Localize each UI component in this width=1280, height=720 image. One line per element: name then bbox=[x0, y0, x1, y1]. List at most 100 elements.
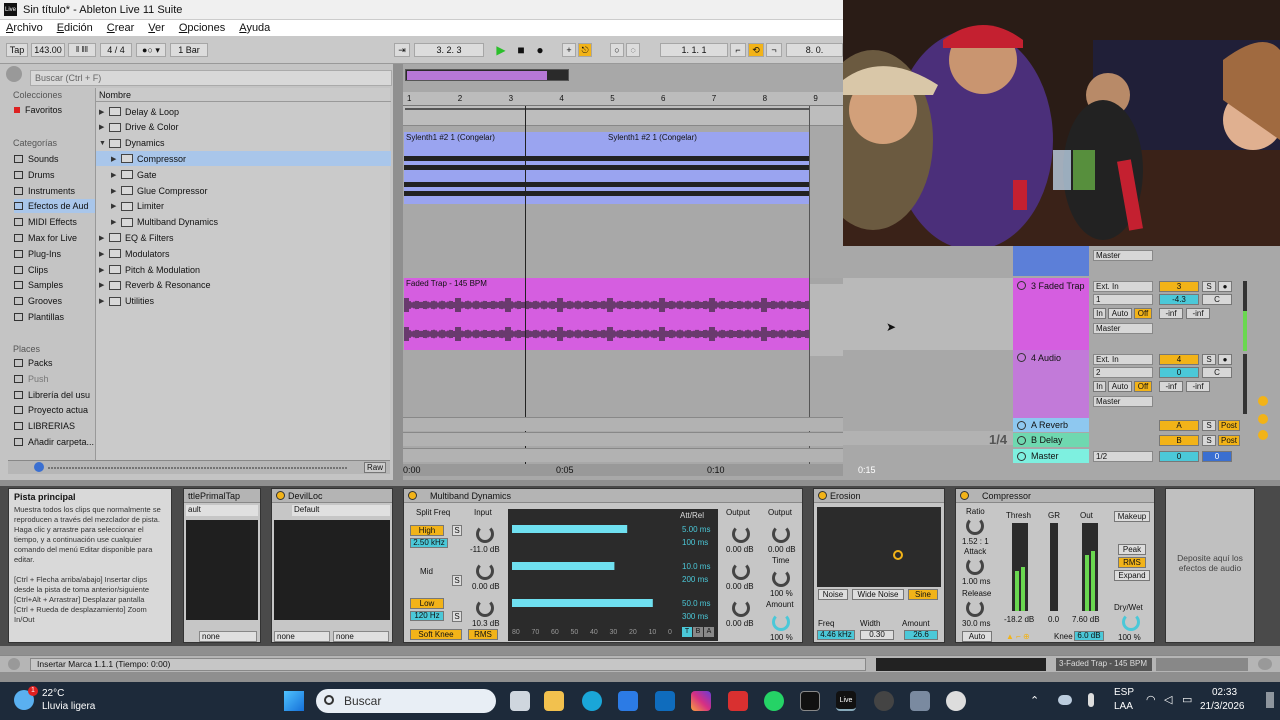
return-b-solo[interactable]: S bbox=[1202, 435, 1216, 446]
raw-button[interactable]: Raw bbox=[364, 462, 386, 473]
expand-detail-icon[interactable] bbox=[8, 658, 20, 670]
erosion-amount-field[interactable]: 26.6 bbox=[904, 630, 938, 640]
place-item[interactable]: LIBRERIAS bbox=[14, 419, 96, 433]
time-signature-field[interactable]: 4 / 4 bbox=[100, 43, 132, 57]
return-lane-a[interactable] bbox=[403, 417, 843, 431]
track-4-monitor-auto[interactable]: Auto bbox=[1108, 381, 1132, 392]
low-output-knob[interactable] bbox=[732, 599, 750, 617]
follow-icon[interactable]: ⇥ bbox=[394, 43, 410, 57]
category-item[interactable]: Efectos de Aud bbox=[14, 199, 96, 214]
devilloc-plugin-window[interactable] bbox=[274, 520, 390, 620]
release-knob[interactable] bbox=[966, 599, 984, 617]
device-multiband-dynamics[interactable]: Multiband Dynamics Split Freq Input High… bbox=[403, 488, 803, 643]
category-item[interactable]: Sounds bbox=[14, 152, 96, 166]
quantize-select[interactable]: 1 Bar bbox=[170, 43, 208, 57]
track-3-volume[interactable]: -4.3 bbox=[1159, 294, 1199, 305]
return-a-header[interactable]: A Reverb bbox=[1013, 418, 1089, 432]
plugin-devilloc[interactable]: DevilLoc Default none none bbox=[271, 488, 393, 643]
menu-ver[interactable]: Ver bbox=[148, 22, 165, 34]
app-icon-2[interactable] bbox=[910, 691, 930, 711]
erosion-xy-display[interactable] bbox=[817, 507, 941, 587]
expand-arrow-icon[interactable]: ▶ bbox=[111, 171, 121, 179]
expand-arrow-icon[interactable]: ▶ bbox=[99, 266, 109, 274]
mid-attack[interactable]: 10.0 ms bbox=[682, 562, 710, 571]
language-code[interactable]: ESP bbox=[1114, 687, 1134, 698]
compressor-power-icon[interactable] bbox=[960, 491, 969, 500]
high-freq-field[interactable]: 2.50 kHz bbox=[410, 538, 448, 548]
track-4-channel[interactable]: 2 bbox=[1093, 367, 1153, 378]
track-2-header[interactable] bbox=[1013, 246, 1089, 276]
erosion-width-field[interactable]: 0.30 bbox=[860, 630, 894, 640]
track-4-solo[interactable]: S bbox=[1202, 354, 1216, 365]
erosion-power-icon[interactable] bbox=[818, 491, 827, 500]
menu-opciones[interactable]: Opciones bbox=[179, 22, 225, 34]
browser-item[interactable]: ▶ Delay & Loop bbox=[96, 104, 391, 119]
knee-field[interactable]: 6.0 dB bbox=[1074, 631, 1104, 641]
primaltap-preset[interactable]: ault bbox=[186, 505, 258, 516]
browser-item[interactable]: ▶ EQ & Filters bbox=[96, 230, 391, 245]
sends-toggle-icon[interactable] bbox=[1258, 414, 1268, 424]
category-item[interactable]: MIDI Effects bbox=[14, 215, 96, 229]
browser-item[interactable]: ▶ Limiter bbox=[96, 199, 391, 214]
attack-knob[interactable] bbox=[966, 557, 984, 575]
place-item[interactable]: Proyecto actua bbox=[14, 403, 96, 417]
media-app-icon[interactable] bbox=[728, 691, 748, 711]
devilloc-none-select-1[interactable]: none bbox=[274, 631, 330, 642]
return-b-fold-icon[interactable] bbox=[1017, 435, 1026, 445]
menu-archivo[interactable]: Archivo bbox=[6, 22, 43, 34]
io-toggle-icon[interactable] bbox=[1258, 396, 1268, 406]
nudge-buttons[interactable]: ‖ ‖‖ bbox=[68, 43, 96, 57]
global-output-knob[interactable] bbox=[772, 525, 790, 543]
track-4-monitor-in[interactable]: In bbox=[1093, 381, 1106, 392]
mid-output-knob[interactable] bbox=[732, 562, 750, 580]
band-level-bar[interactable] bbox=[512, 525, 628, 533]
category-item[interactable]: Max for Live bbox=[14, 231, 96, 245]
browser-item[interactable]: ▶ Modulators bbox=[96, 246, 391, 261]
tray-chevron-icon[interactable]: ⌃ bbox=[1030, 694, 1039, 707]
category-item[interactable]: Plug-Ins bbox=[14, 247, 96, 261]
browser-item[interactable]: ▶ Gate bbox=[96, 167, 391, 182]
preview-icon[interactable] bbox=[34, 462, 44, 472]
track-4-header[interactable]: 4 Audio bbox=[1013, 350, 1089, 418]
sidechain-icon[interactable]: ▲ ⌐ ⊕ bbox=[1006, 632, 1030, 641]
tba-button[interactable]: A bbox=[704, 627, 714, 637]
master-volume[interactable]: 0 bbox=[1159, 451, 1199, 462]
track-4-arm[interactable]: ● bbox=[1218, 354, 1232, 365]
expand-arrow-icon[interactable]: ▶ bbox=[111, 187, 121, 195]
category-item[interactable]: Instruments bbox=[14, 184, 96, 198]
mic-icon[interactable] bbox=[1088, 693, 1094, 707]
loop-switch-icon[interactable]: ⟲ bbox=[748, 43, 764, 57]
track-4-activator[interactable]: 4 bbox=[1159, 354, 1199, 365]
track-3-arm[interactable]: ● bbox=[1218, 281, 1232, 292]
punch-in-icon[interactable]: ⌐ bbox=[730, 43, 746, 57]
peak-button[interactable]: Peak bbox=[1118, 544, 1146, 555]
place-item[interactable]: Push bbox=[14, 372, 96, 386]
erosion-noise-button[interactable]: Noise bbox=[818, 589, 848, 600]
track-4-volume[interactable]: 0 bbox=[1159, 367, 1199, 378]
instagram-icon[interactable] bbox=[691, 691, 711, 711]
loop-end-field[interactable]: 8. 0. bbox=[786, 43, 843, 57]
low-band-button[interactable]: Low bbox=[410, 598, 444, 609]
return-a-solo[interactable]: S bbox=[1202, 420, 1216, 431]
band-level-bar[interactable] bbox=[512, 562, 615, 570]
primaltap-plugin-window[interactable] bbox=[186, 520, 258, 620]
amount-knob[interactable] bbox=[772, 613, 790, 631]
edge-icon[interactable] bbox=[582, 691, 602, 711]
track-4-input[interactable]: Ext. In bbox=[1093, 354, 1153, 365]
devilloc-power-icon[interactable] bbox=[276, 491, 285, 500]
capcut-icon[interactable] bbox=[800, 691, 820, 711]
tba-button[interactable]: T bbox=[682, 627, 692, 637]
stop-icon[interactable]: ■ bbox=[514, 43, 528, 57]
browser-item[interactable]: ▶ Reverb & Resonance bbox=[96, 278, 391, 293]
mid-release[interactable]: 200 ms bbox=[682, 575, 708, 584]
track-3-monitor-in[interactable]: In bbox=[1093, 308, 1106, 319]
low-freq-field[interactable]: 120 Hz bbox=[410, 611, 444, 621]
track-3-header[interactable]: 3 Faded Trap bbox=[1013, 278, 1089, 350]
track-3-send-a[interactable]: -inf bbox=[1159, 308, 1183, 319]
out-meter[interactable] bbox=[1082, 523, 1098, 611]
time-ruler[interactable]: 0:00 0:05 0:10 bbox=[403, 464, 843, 476]
track-3-send-b[interactable]: -inf bbox=[1186, 308, 1210, 319]
capture-icon[interactable]: ○ bbox=[610, 43, 624, 57]
view-toggle-icons[interactable] bbox=[1156, 658, 1248, 671]
return-a-post[interactable]: Post bbox=[1218, 420, 1240, 431]
